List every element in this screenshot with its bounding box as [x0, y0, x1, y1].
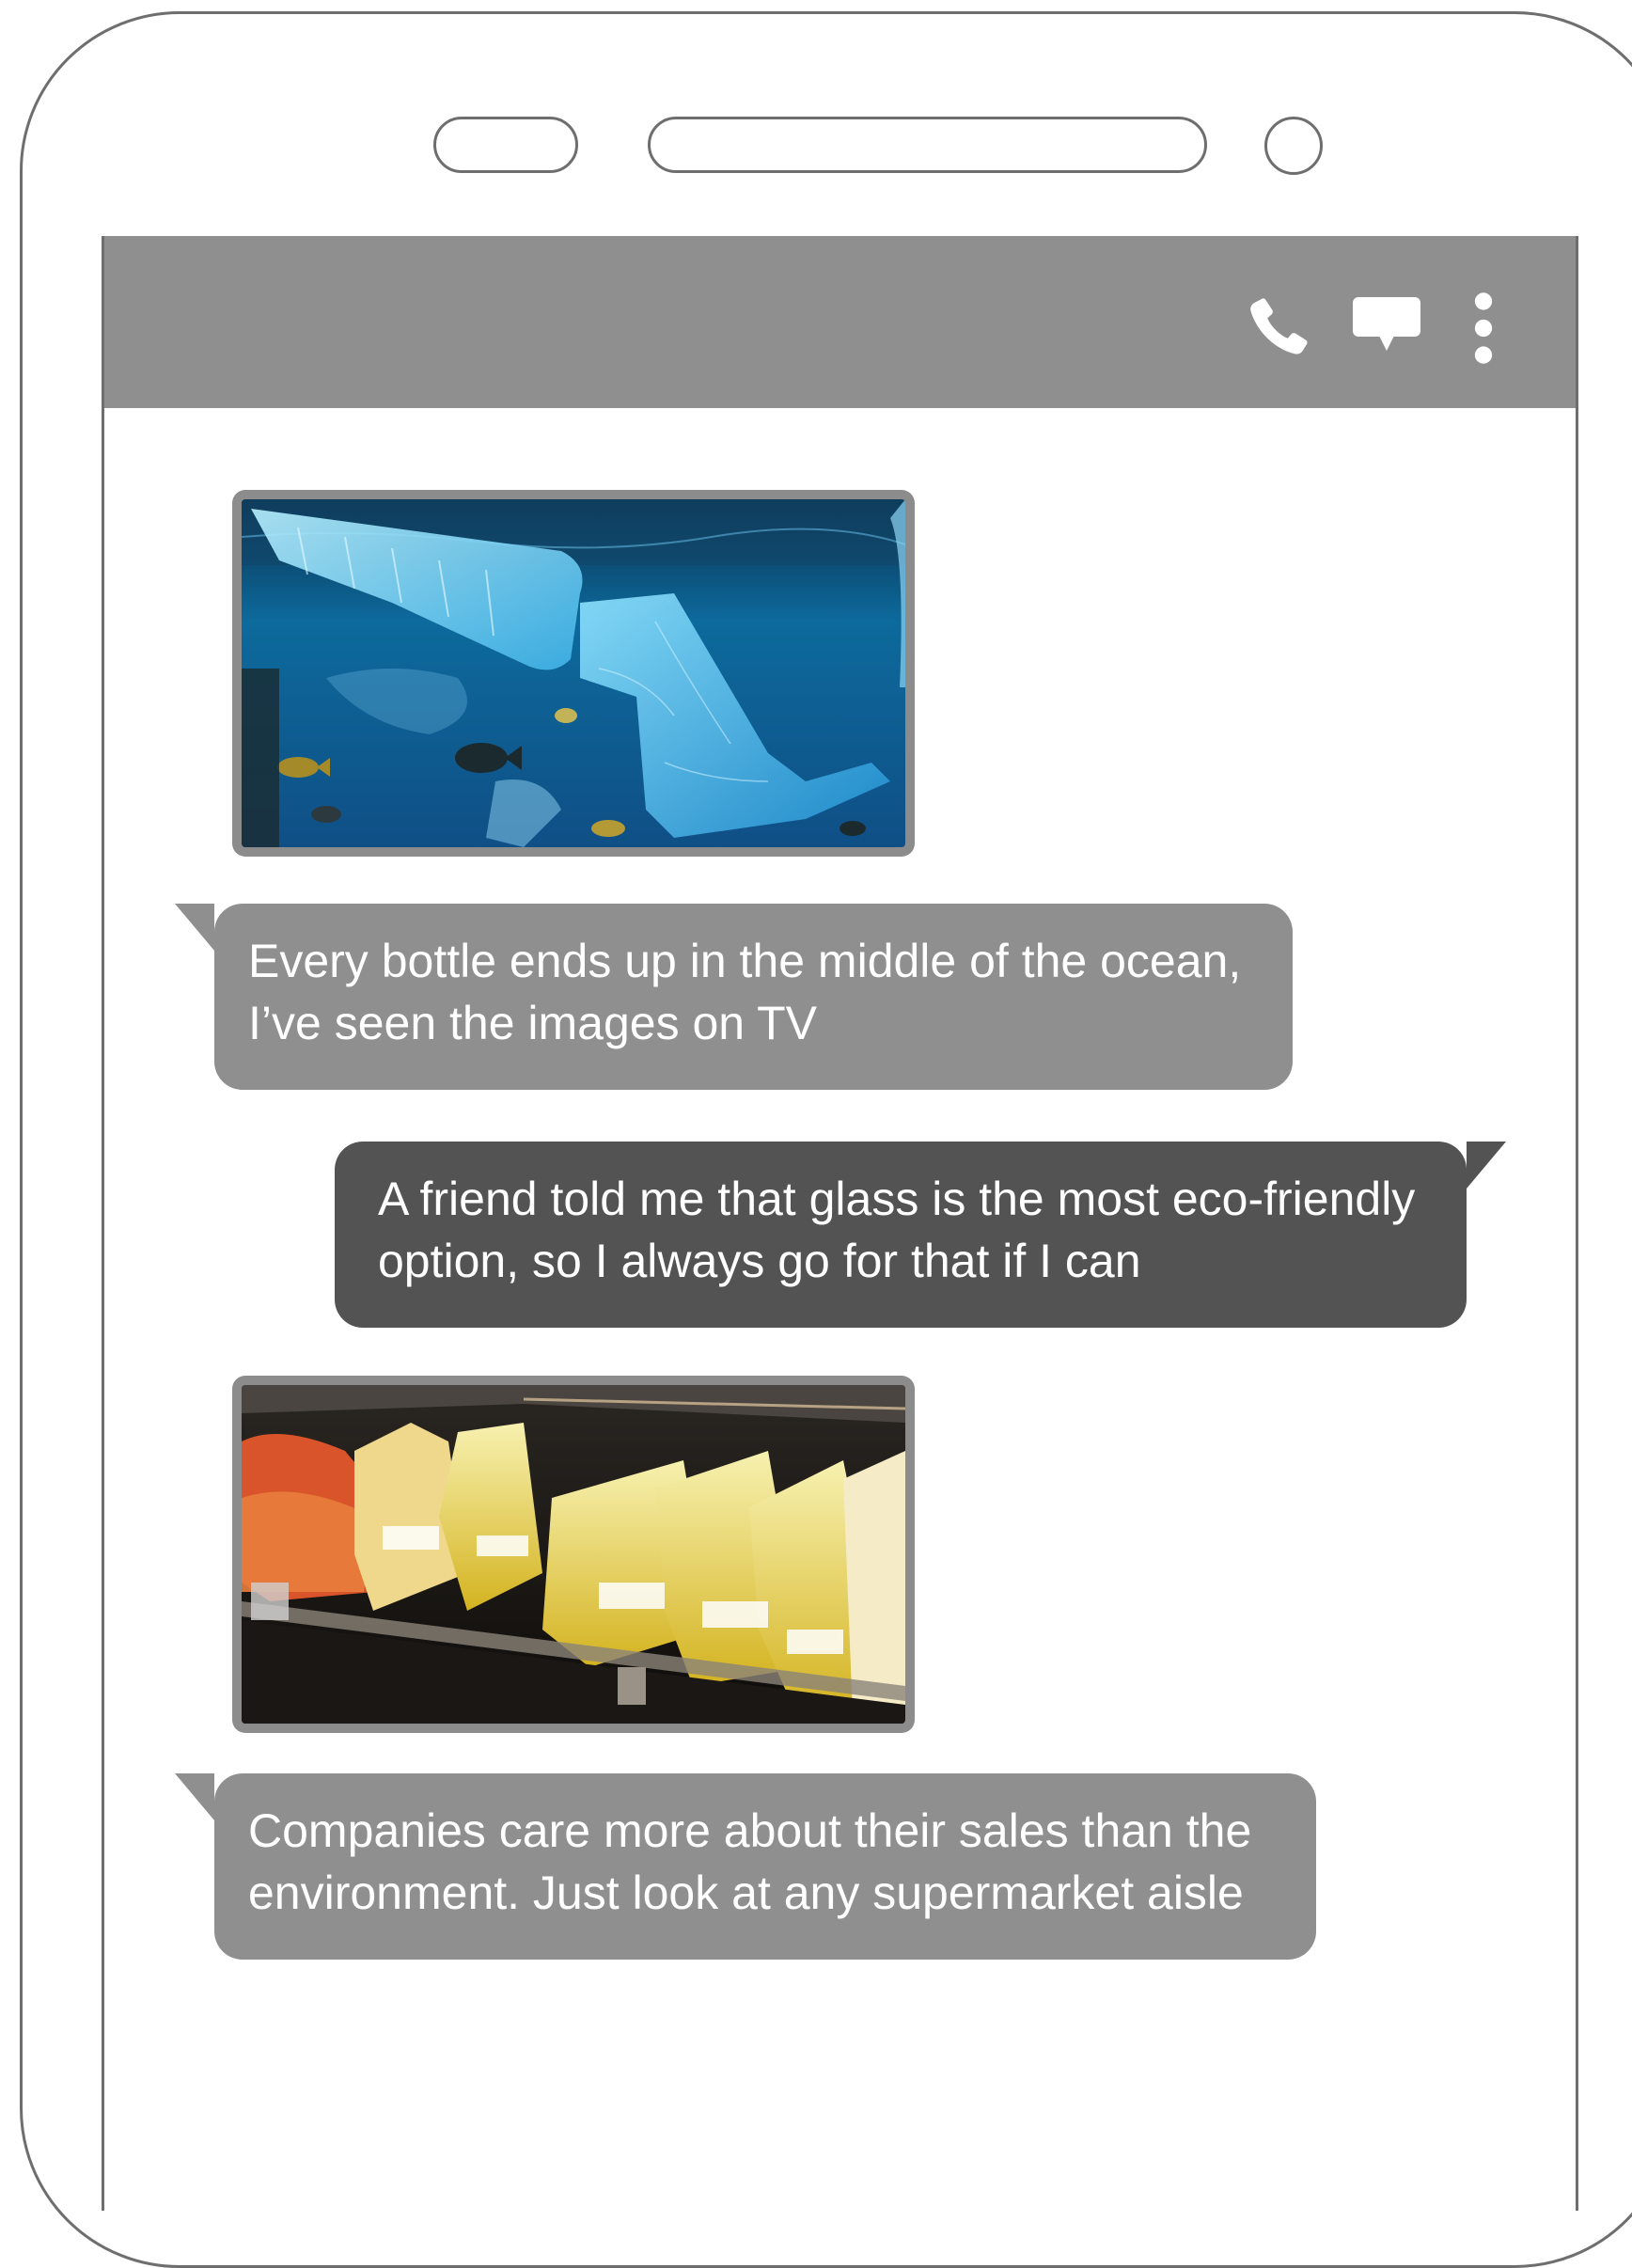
supermarket-shelf-photo — [242, 1385, 905, 1724]
phone-screen: Every bottle ends up in the middle of th… — [102, 236, 1578, 2211]
message-bubble-incoming[interactable]: Companies care more about their sales th… — [175, 1773, 1316, 1960]
bubble-tail — [175, 1773, 214, 1820]
sensor-pill — [433, 117, 578, 173]
message-text-line: I’ve seen the images on TV — [248, 997, 817, 1049]
ocean-plastic-photo — [242, 499, 905, 847]
message-image-supermarket[interactable] — [232, 1376, 915, 1733]
phone-icon[interactable] — [1242, 292, 1313, 364]
bubble-tail — [1467, 1142, 1506, 1189]
message-bubble-incoming[interactable]: Every bottle ends up in the middle of th… — [175, 904, 1293, 1090]
message-text-line: environment. Just look at any supermarke… — [248, 1866, 1244, 1919]
bubble-tail — [175, 904, 214, 951]
front-camera — [1264, 117, 1323, 175]
message-text-line: option, so I always go for that if I can — [378, 1235, 1141, 1287]
speaker-grille — [648, 117, 1207, 173]
message-text-line: A friend told me that glass is the most … — [378, 1173, 1416, 1225]
chat-icon[interactable] — [1350, 294, 1423, 362]
chat-toolbar — [104, 236, 1576, 408]
message-text-line: Every bottle ends up in the middle of th… — [248, 935, 1242, 987]
more-vertical-icon[interactable] — [1469, 291, 1498, 366]
message-text-line: Companies care more about their sales th… — [248, 1804, 1252, 1857]
message-image-ocean[interactable] — [232, 490, 915, 857]
message-bubble-outgoing[interactable]: A friend told me that glass is the most … — [335, 1142, 1506, 1328]
